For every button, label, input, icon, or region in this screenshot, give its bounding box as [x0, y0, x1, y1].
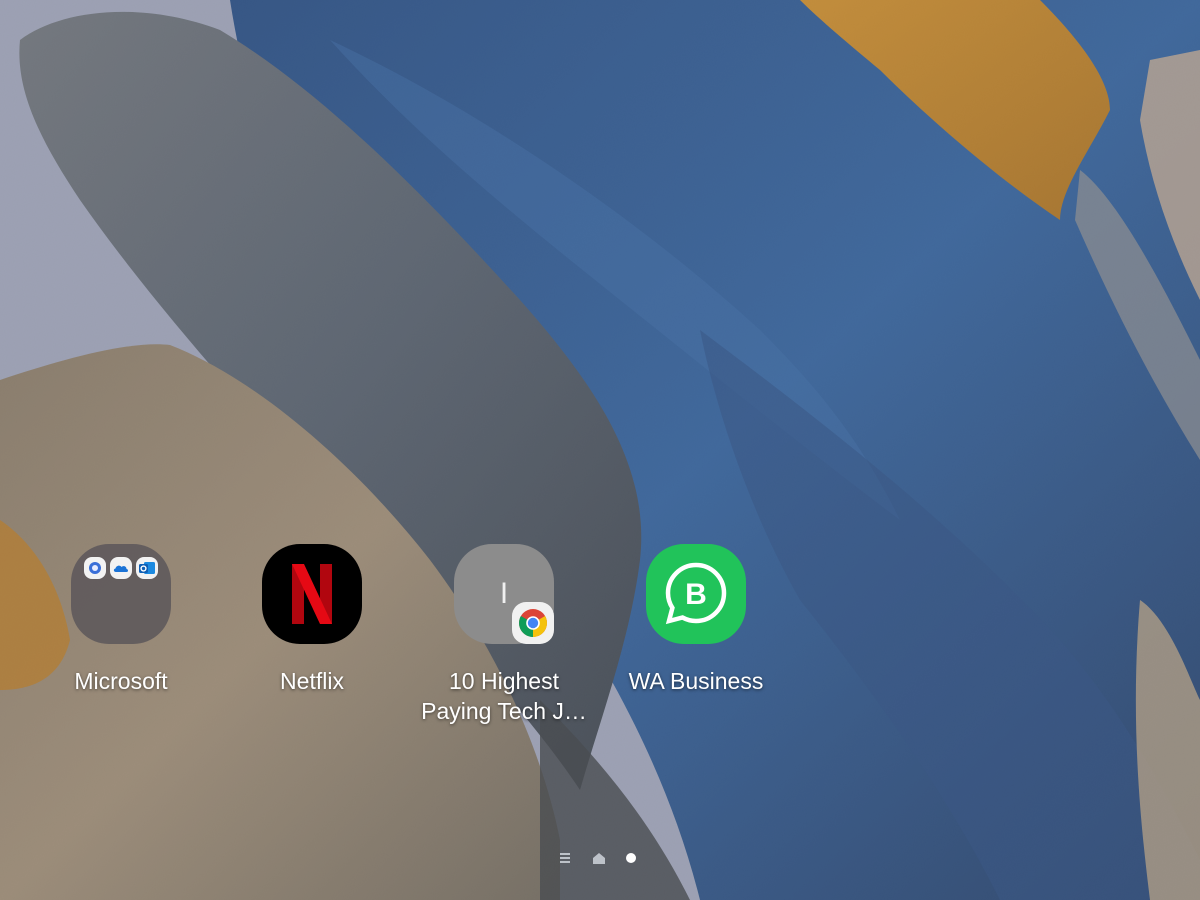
chrome-icon — [512, 602, 554, 644]
copilot-icon — [84, 557, 106, 579]
app-label: WA Business — [628, 668, 764, 694]
app-label: Netflix — [280, 668, 344, 694]
netflix-icon[interactable] — [262, 544, 362, 644]
wa-business-glyph: B — [685, 578, 707, 611]
app-netflix[interactable]: Netflix — [217, 544, 407, 696]
netflix-n-glyph — [292, 564, 332, 624]
shortcut-icon[interactable]: I — [454, 544, 554, 644]
outlook-icon — [136, 557, 158, 579]
page-dot-active[interactable] — [626, 853, 636, 863]
wallpaper — [0, 0, 1200, 900]
app-wa-business[interactable]: B WA Business — [601, 544, 791, 696]
app-label: 10 Highest Paying Tech J… — [421, 668, 587, 724]
app-row: Microsoft Netflix I 10 Highest Paying Te… — [0, 544, 1200, 744]
whatsapp-business-icon[interactable]: B — [646, 544, 746, 644]
app-microsoft-folder[interactable]: Microsoft — [26, 544, 216, 696]
home-icon[interactable] — [593, 853, 605, 864]
onedrive-icon — [110, 557, 132, 579]
app-label: Microsoft — [74, 668, 168, 694]
page-indicator[interactable] — [558, 850, 648, 866]
folder-icon[interactable] — [71, 544, 171, 644]
home-screen: Microsoft Netflix I 10 Highest Paying Te… — [0, 0, 1200, 900]
app-shortcut-tech-jobs[interactable]: I 10 Highest Paying Tech J… — [409, 544, 599, 726]
menu-icon[interactable] — [560, 853, 570, 863]
